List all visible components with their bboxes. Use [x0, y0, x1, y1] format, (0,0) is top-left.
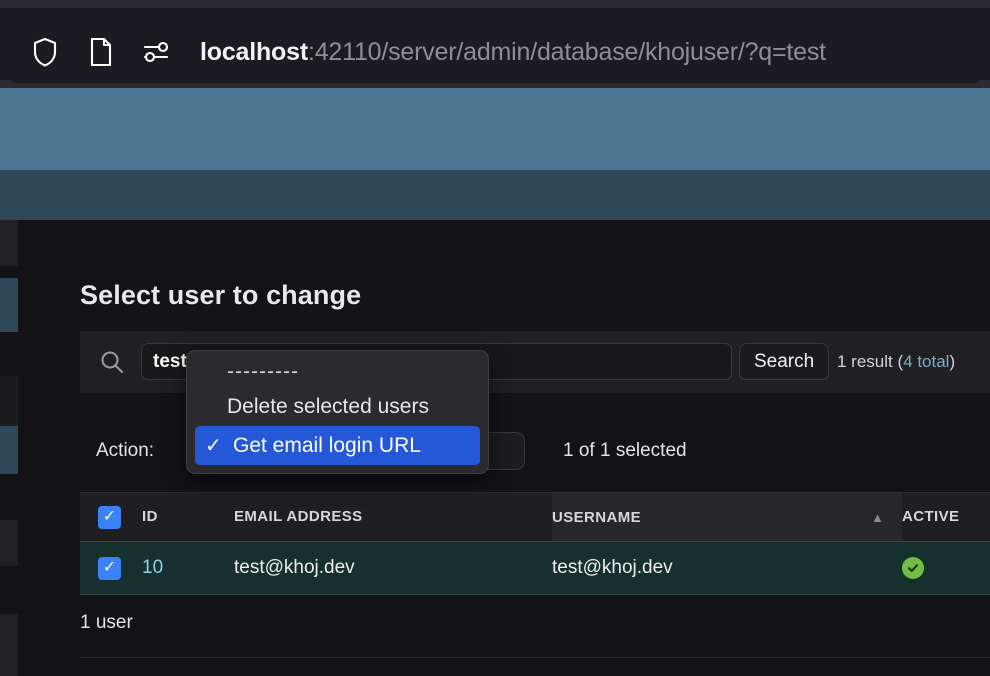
results-table: ✓ ID EMAIL ADDRESS USERNAME ▲ ACTIVE: [80, 492, 990, 595]
sidebar-item-1[interactable]: [0, 266, 18, 278]
select-all-checkbox[interactable]: ✓: [98, 506, 121, 529]
result-count-suffix: ): [949, 352, 955, 371]
sidebar-item-2[interactable]: [0, 278, 18, 332]
result-count: 1 result (4 total): [837, 352, 955, 372]
page-icon[interactable]: [84, 33, 118, 71]
selected-count: 1 of 1 selected: [563, 440, 687, 462]
sidebar[interactable]: [0, 220, 18, 676]
url-path: :42110/server/admin/database/khojuser/?q…: [308, 38, 826, 66]
column-header-email[interactable]: EMAIL ADDRESS: [234, 508, 552, 526]
table-header-row: ✓ ID EMAIL ADDRESS USERNAME ▲ ACTIVE: [80, 492, 990, 541]
dropdown-item-check-icon: ✓: [199, 433, 233, 458]
cell-active: [902, 557, 990, 579]
url-bar[interactable]: localhost:42110/server/admin/database/kh…: [8, 21, 982, 83]
browser-chrome: localhost:42110/server/admin/database/kh…: [0, 0, 990, 88]
sliders-icon[interactable]: [140, 33, 174, 71]
search-button[interactable]: Search: [739, 343, 829, 380]
column-header-email-label: EMAIL ADDRESS: [234, 508, 363, 525]
total-results-link[interactable]: 4 total: [903, 352, 949, 371]
shield-icon[interactable]: [28, 33, 62, 71]
dropdown-item-label: Delete selected users: [227, 395, 429, 419]
row-id-link[interactable]: 10: [142, 557, 163, 578]
footer-divider: [80, 657, 990, 658]
sidebar-item-9[interactable]: [0, 614, 18, 676]
row-email-text: test@khoj.dev: [234, 557, 355, 578]
sidebar-item-8[interactable]: [0, 566, 18, 614]
url-host: localhost: [200, 38, 308, 66]
sidebar-item-0[interactable]: [0, 220, 18, 266]
row-username-text: test@khoj.dev: [552, 557, 673, 579]
cell-username: test@khoj.dev: [552, 542, 902, 594]
page-title: Select user to change: [80, 280, 361, 311]
sidebar-item-4[interactable]: [0, 376, 18, 426]
dropdown-item-label: Get email login URL: [233, 434, 421, 458]
sidebar-item-6[interactable]: [0, 474, 18, 520]
action-dropdown-menu[interactable]: --------- Delete selected users ✓Get emai…: [186, 350, 489, 474]
action-label: Action:: [96, 440, 154, 462]
sort-ascending-icon[interactable]: ▲: [871, 510, 884, 525]
column-header-active[interactable]: ACTIVE: [902, 508, 990, 526]
sidebar-item-5[interactable]: [0, 426, 18, 474]
main-content: Select user to change Search 1 result (4…: [36, 220, 990, 676]
row-select-checkbox[interactable]: ✓: [98, 557, 121, 580]
dropdown-separator: ---------: [187, 357, 488, 387]
site-header-banner: [0, 88, 990, 170]
column-header-id[interactable]: ID: [142, 508, 234, 526]
result-count-prefix: 1 result (: [837, 352, 903, 371]
dropdown-item-1[interactable]: ✓Get email login URL: [195, 426, 480, 465]
search-icon: [98, 348, 126, 376]
column-header-active-label: ACTIVE: [902, 508, 959, 525]
url-bar-strip: localhost:42110/server/admin/database/kh…: [0, 8, 990, 80]
column-header-username[interactable]: USERNAME ▲: [552, 493, 902, 541]
cell-email: test@khoj.dev: [234, 557, 552, 579]
column-header-id-label: ID: [142, 508, 158, 525]
select-all-cell: ✓: [80, 506, 142, 529]
site-subheader-banner: [0, 170, 990, 220]
cell-id: 10: [142, 557, 234, 579]
row-select-cell: ✓: [80, 557, 142, 580]
sidebar-item-7[interactable]: [0, 520, 18, 566]
sidebar-item-3[interactable]: [0, 332, 18, 376]
row-count-footer: 1 user: [80, 612, 133, 634]
column-header-username-label: USERNAME: [552, 509, 641, 526]
url-text[interactable]: localhost:42110/server/admin/database/kh…: [200, 38, 826, 67]
table-row[interactable]: ✓ 10 test@khoj.dev test@khoj.dev: [80, 541, 990, 595]
browser-window: localhost:42110/server/admin/database/kh…: [0, 0, 990, 676]
active-check-icon: [902, 557, 924, 579]
dropdown-item-0[interactable]: Delete selected users: [187, 387, 488, 426]
